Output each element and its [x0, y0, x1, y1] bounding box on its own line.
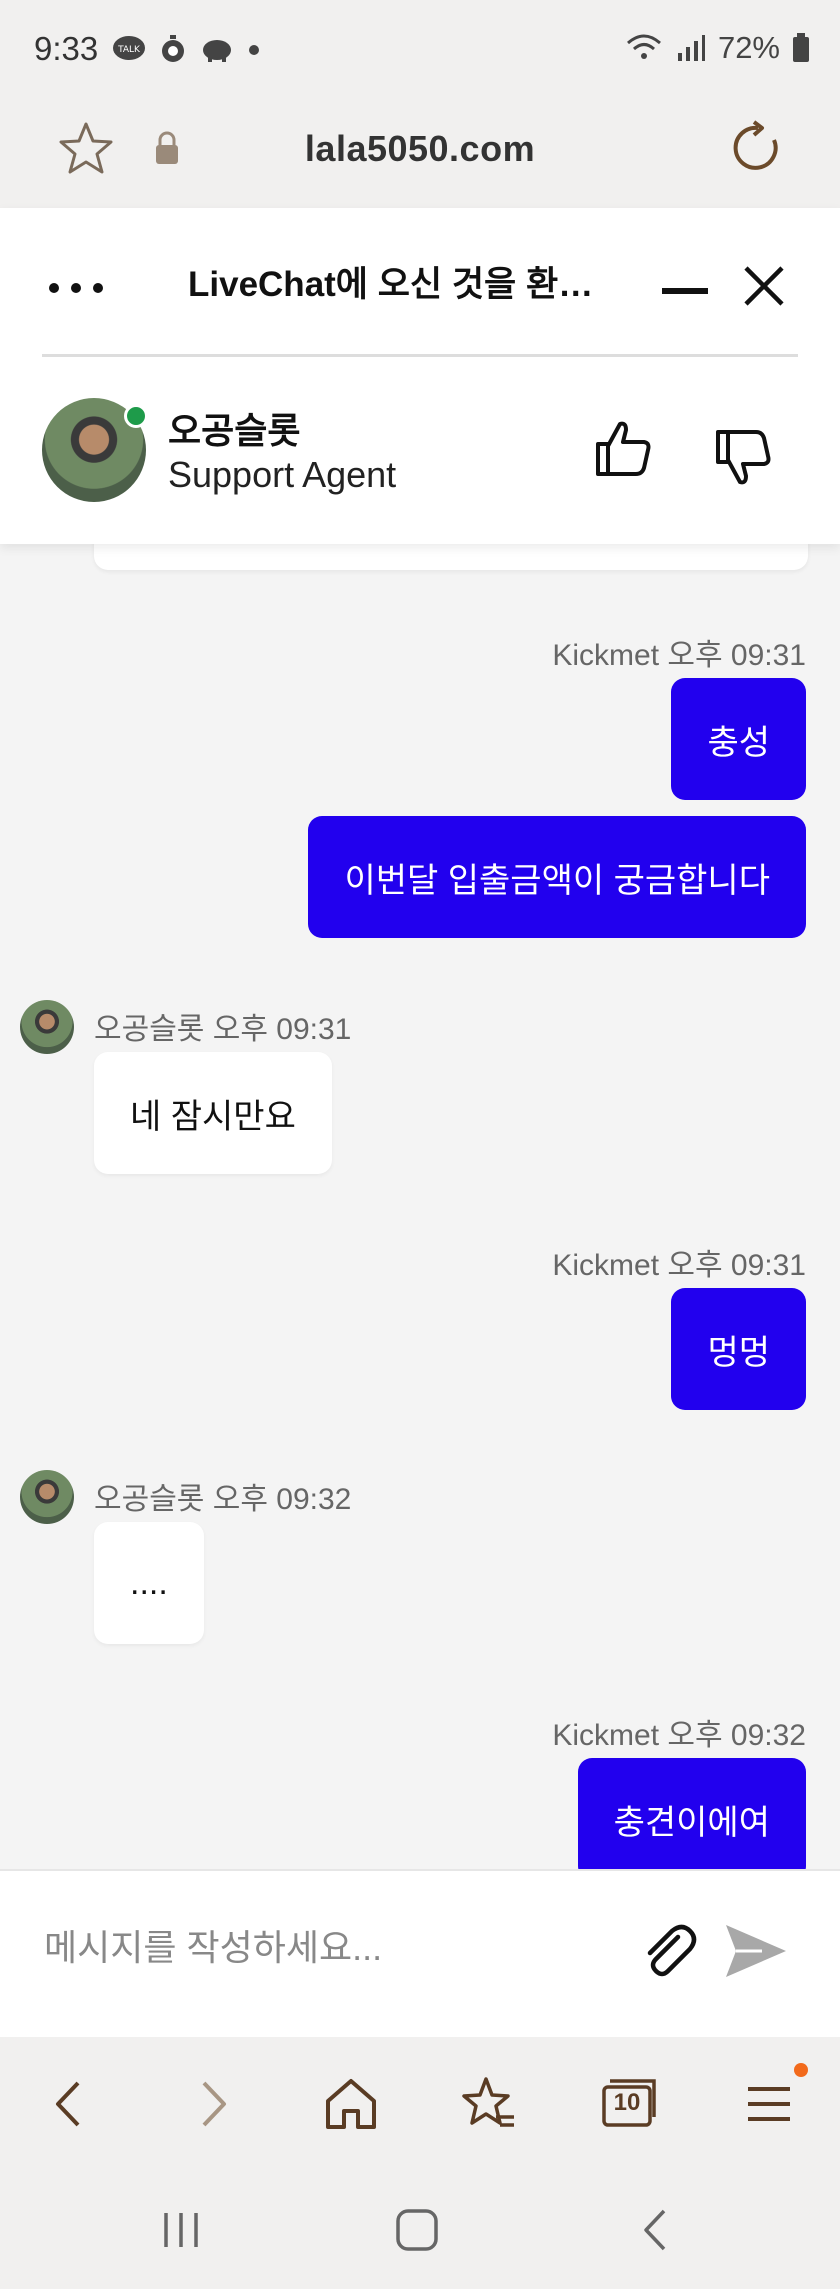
status-time: 9:33	[34, 30, 99, 67]
outgoing-message: 멍멍	[671, 1288, 806, 1410]
menu-icon[interactable]	[736, 2071, 802, 2137]
reload-icon[interactable]	[728, 118, 788, 178]
piggy-icon	[203, 40, 231, 62]
online-indicator	[124, 404, 148, 428]
agent-mini-avatar	[20, 1470, 74, 1524]
minimize-button[interactable]	[662, 288, 708, 294]
agent-name: 오공슬롯	[168, 410, 301, 451]
system-nav-bar	[0, 2167, 840, 2289]
more-options-icon[interactable]	[46, 278, 106, 298]
system-back-icon[interactable]	[630, 2205, 680, 2255]
outgoing-message: 충견이에여	[577, 1758, 806, 1869]
svg-text:TALK: TALK	[117, 45, 141, 55]
status-notification-icons: TALK	[112, 34, 264, 64]
header-divider	[42, 354, 798, 357]
back-icon[interactable]	[36, 2071, 102, 2137]
message-list[interactable]: Kickmet 오후 09:31 충성 이번달 입출금액이 궁금합니다 오공슬롯…	[0, 544, 840, 1869]
send-icon[interactable]	[722, 1919, 790, 1983]
recent-apps-icon[interactable]	[156, 2205, 206, 2255]
message-meta: Kickmet 오후 09:32	[552, 1719, 806, 1752]
battery-percent: 72%	[717, 30, 780, 65]
url-text[interactable]: lala5050.com	[0, 128, 840, 170]
paperclip-icon[interactable]	[636, 1919, 700, 1983]
battery-icon	[793, 33, 809, 62]
incoming-message: ....	[94, 1522, 204, 1644]
notification-dot	[794, 2063, 808, 2077]
thumbs-down-icon[interactable]	[712, 426, 776, 490]
talk-icon: TALK	[113, 36, 145, 60]
agent-mini-avatar	[20, 1000, 74, 1054]
message-meta: Kickmet 오후 09:31	[552, 639, 806, 672]
outgoing-message: 충성	[671, 678, 806, 800]
dot-icon	[249, 45, 259, 55]
message-meta: Kickmet 오후 09:31	[552, 1249, 806, 1282]
stopwatch-icon	[162, 35, 184, 62]
browser-bottom-nav: 10	[0, 2037, 840, 2167]
browser-url-bar: lala5050.com	[0, 100, 840, 208]
signal-icon	[677, 35, 705, 61]
outgoing-message: 이번달 입출금액이 궁금합니다	[308, 816, 806, 938]
wifi-icon	[626, 34, 661, 59]
message-meta: 오공슬롯 오후 09:32	[94, 1483, 352, 1516]
home-icon[interactable]	[318, 2071, 384, 2137]
tabs-button[interactable]: 10	[596, 2071, 662, 2137]
chat-header: LiveChat에 오신 것을 환영합니다 오공슬롯 Support Agent	[0, 208, 840, 544]
home-button-icon[interactable]	[392, 2205, 442, 2255]
status-right-icons: 72%	[624, 30, 810, 66]
message-meta: 오공슬롯 오후 09:31	[94, 1013, 352, 1046]
message-input[interactable]	[44, 1913, 604, 1983]
close-icon[interactable]	[742, 264, 786, 308]
thumbs-up-icon[interactable]	[592, 416, 656, 480]
status-bar: 9:33 TALK 72%	[0, 0, 840, 100]
previous-message-bubble	[94, 544, 808, 570]
chat-title: LiveChat에 오신 것을 환영합니다	[188, 265, 618, 304]
bookmarks-icon[interactable]	[456, 2071, 522, 2137]
message-composer	[0, 1869, 840, 2037]
incoming-message: 네 잠시만요	[94, 1052, 332, 1174]
forward-icon[interactable]	[180, 2071, 246, 2137]
agent-role: Support Agent	[168, 454, 397, 495]
tab-count: 10	[613, 2089, 641, 2116]
